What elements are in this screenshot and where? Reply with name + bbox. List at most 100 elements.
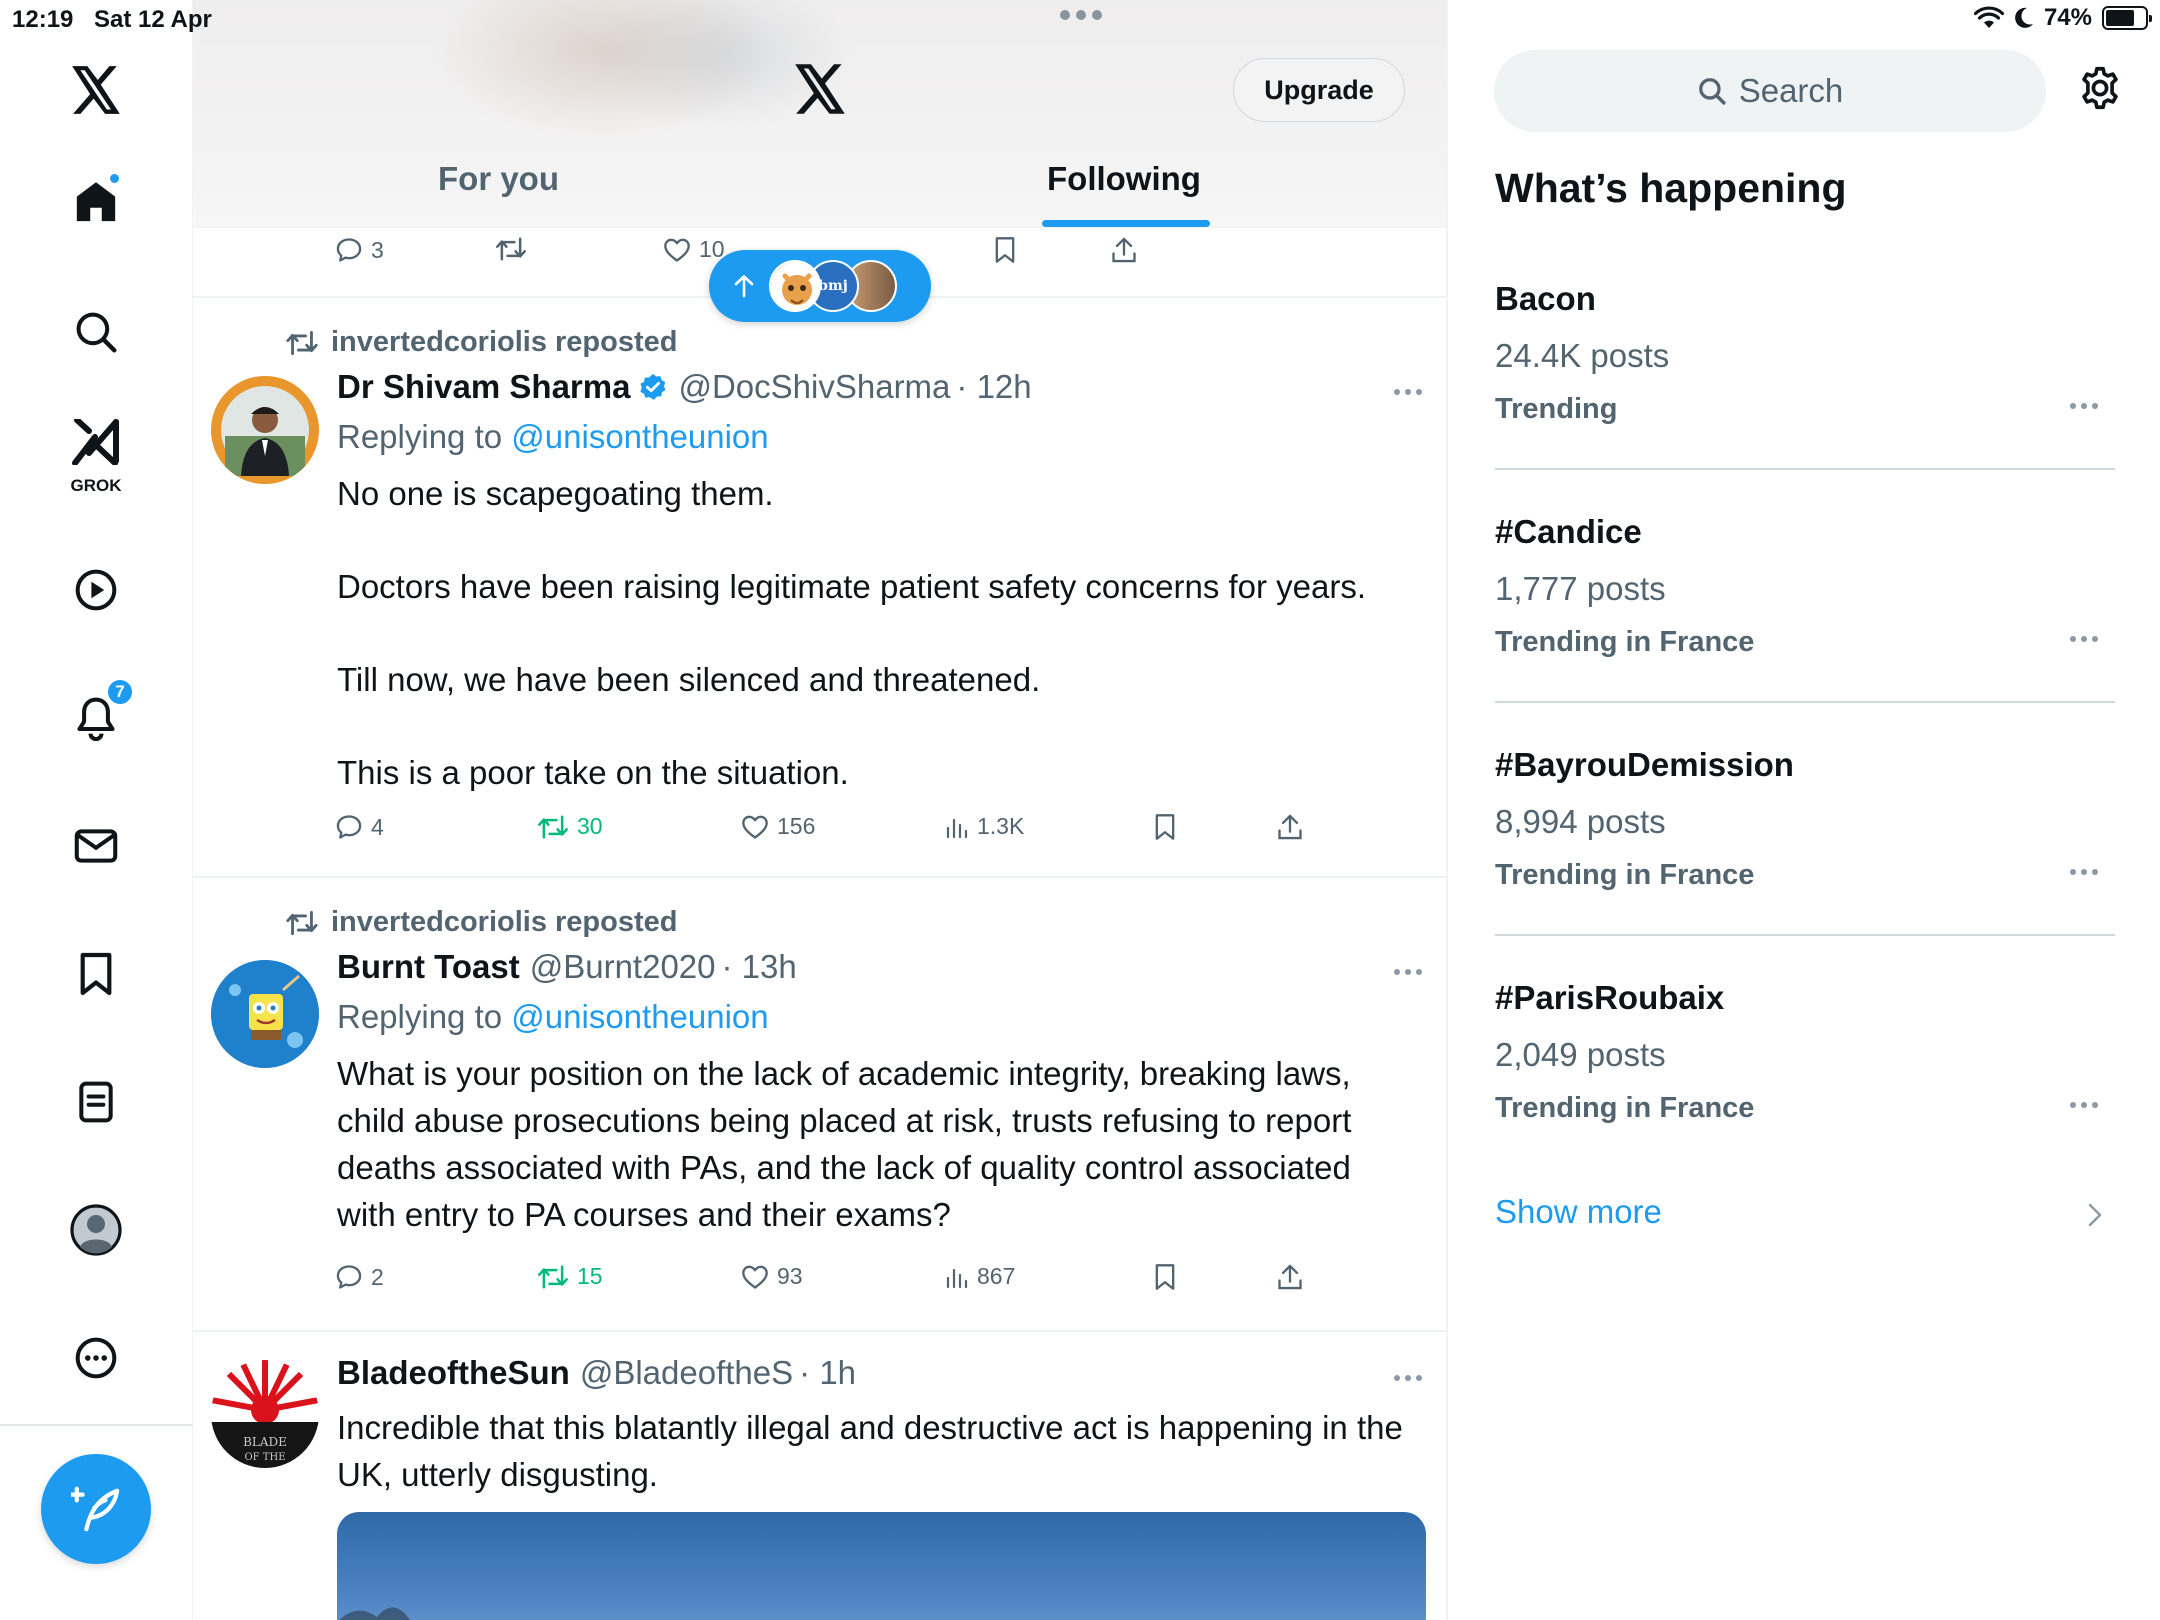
- status-date: Sat 12 Apr: [94, 6, 212, 33]
- grok-label: GROK: [70, 476, 122, 495]
- status-time: 12:19: [12, 6, 74, 33]
- post-paragraph: Till now, we have been silenced and thre…: [337, 661, 1041, 698]
- display-name[interactable]: Dr Shivam Sharma: [337, 368, 630, 406]
- more-dots-icon[interactable]: [1393, 1374, 1423, 1382]
- like-button[interactable]: 10: [663, 236, 725, 263]
- like-button[interactable]: 93: [741, 1263, 803, 1290]
- avatar[interactable]: [211, 960, 319, 1068]
- reply-button[interactable]: 2: [335, 1263, 384, 1291]
- trend-name: #Candice: [1495, 513, 1642, 550]
- more-dots-icon[interactable]: [1393, 968, 1423, 976]
- more-dots-icon[interactable]: [2069, 635, 2099, 643]
- new-posts-pill[interactable]: bmj: [709, 250, 931, 322]
- reply-count: 4: [371, 813, 384, 840]
- display-name[interactable]: BladeoftheSun: [337, 1354, 570, 1392]
- reply-button[interactable]: 3: [335, 236, 384, 264]
- share-button[interactable]: [1277, 813, 1303, 841]
- timestamp[interactable]: · 13h: [722, 948, 797, 986]
- post-text: Incredible that this blatantly illegal a…: [337, 1409, 1403, 1493]
- repost-context: invertedcoriolis reposted: [285, 326, 678, 359]
- more-dots-icon[interactable]: [2069, 1101, 2099, 1109]
- repost-button[interactable]: 30: [537, 813, 603, 840]
- trend-divider: [1495, 934, 2115, 936]
- compose-button[interactable]: [41, 1454, 151, 1564]
- mention-link[interactable]: @unisontheunion: [511, 418, 768, 455]
- trend-item[interactable]: #ParisRoubaix 2,049 posts Trending in Fr…: [1495, 979, 2115, 1211]
- reply-button[interactable]: 4: [335, 813, 384, 841]
- search-icon[interactable]: [56, 292, 136, 372]
- more-dots-icon[interactable]: [2069, 868, 2099, 876]
- timestamp[interactable]: · 1h: [799, 1354, 856, 1392]
- post-header: Burnt Toast @Burnt2020 · 13h: [337, 948, 797, 986]
- home-new-dot: [108, 172, 121, 185]
- repost-context: invertedcoriolis reposted: [285, 906, 678, 939]
- tab-following[interactable]: Following: [1047, 160, 1201, 198]
- like-count: 93: [777, 1263, 803, 1289]
- post-paragraph: This is a poor take on the situation.: [337, 754, 849, 791]
- more-dots-icon[interactable]: [1393, 388, 1423, 396]
- tab-for-you[interactable]: For you: [438, 160, 559, 198]
- chevron-right-icon[interactable]: [2088, 1203, 2102, 1227]
- pill-avatar-1: [769, 260, 821, 312]
- mail-icon[interactable]: [56, 806, 136, 886]
- upgrade-button[interactable]: Upgrade: [1233, 58, 1405, 122]
- trend-item[interactable]: #BayrouDemission 8,994 posts Trending in…: [1495, 746, 2115, 978]
- like-button[interactable]: 156: [741, 813, 815, 840]
- display-name[interactable]: Burnt Toast: [337, 948, 520, 986]
- replying-to: Replying to @unisontheunion: [337, 418, 769, 456]
- battery-icon: [2102, 6, 2152, 30]
- wifi-icon: [1973, 6, 2004, 30]
- rail-divider: [0, 1424, 193, 1426]
- mention-link[interactable]: @unisontheunion: [511, 998, 768, 1035]
- battery-fill: [2106, 10, 2135, 26]
- post-media-image[interactable]: [337, 1512, 1426, 1620]
- share-button[interactable]: [1111, 236, 1137, 264]
- handle[interactable]: @DocShivSharma: [678, 368, 950, 406]
- timestamp[interactable]: · 12h: [956, 368, 1031, 406]
- profile-icon[interactable]: [56, 1190, 136, 1270]
- avatar-text: BLADE: [243, 1435, 287, 1449]
- post-burnt-toast[interactable]: invertedcoriolis reposted Burnt Toast @B…: [193, 878, 1446, 1328]
- bookmark-button[interactable]: [1153, 813, 1177, 841]
- post-bladeofthesun[interactable]: BLADE OF THE BladeoftheSun @BladeoftheS ·…: [193, 1332, 1446, 1620]
- trend-count: 2,049 posts: [1495, 1036, 1666, 1073]
- settings-icon[interactable]: [2078, 66, 2122, 110]
- views-button[interactable]: 1.3K: [945, 813, 1024, 840]
- list-icon[interactable]: [56, 1062, 136, 1142]
- trend-name: Bacon: [1495, 280, 1596, 317]
- search-icon: [1697, 76, 1727, 106]
- bell-icon[interactable]: 7: [56, 678, 136, 758]
- more-dots-icon[interactable]: [2069, 402, 2099, 410]
- multitasking-dots-icon[interactable]: [1058, 8, 1104, 22]
- home-icon[interactable]: [56, 162, 136, 242]
- show-more-link[interactable]: Show more: [1495, 1193, 1662, 1231]
- replying-prefix: Replying to: [337, 998, 503, 1035]
- repost-button[interactable]: [495, 236, 527, 262]
- handle[interactable]: @Burnt2020: [530, 948, 716, 986]
- repost-icon: [495, 236, 527, 262]
- search-input[interactable]: Search: [1494, 50, 2046, 132]
- repost-button[interactable]: 15: [537, 1263, 603, 1290]
- search-placeholder: Search: [1738, 72, 1844, 109]
- battery-percent: 74%: [2043, 4, 2092, 31]
- reply-icon: [335, 1263, 363, 1291]
- video-icon[interactable]: [56, 550, 136, 630]
- bookmark-icon[interactable]: [56, 934, 136, 1014]
- compose-icon: [71, 1485, 121, 1533]
- more-circle-icon[interactable]: [56, 1318, 136, 1398]
- trend-item[interactable]: Bacon 24.4K posts Trending: [1495, 280, 2115, 512]
- bookmark-button[interactable]: [1153, 1263, 1177, 1291]
- repost-icon: [537, 814, 569, 840]
- avatar[interactable]: [211, 376, 319, 484]
- views-button[interactable]: 867: [945, 1263, 1015, 1290]
- x-logo-icon[interactable]: [56, 50, 136, 130]
- bookmark-button[interactable]: [993, 236, 1017, 264]
- share-button[interactable]: [1277, 1263, 1303, 1291]
- trend-item[interactable]: #Candice 1,777 posts Trending in France: [1495, 513, 2115, 745]
- x-logo-icon[interactable]: [793, 64, 847, 114]
- handle[interactable]: @BladeoftheS: [580, 1354, 793, 1392]
- right-sidebar: Search What’s happening Bacon 24.4K post…: [1448, 0, 2160, 1620]
- grok-icon[interactable]: [56, 412, 136, 472]
- post-actions: 4 30 156 1.3K: [193, 813, 1446, 853]
- avatar[interactable]: BLADE OF THE: [211, 1360, 319, 1468]
